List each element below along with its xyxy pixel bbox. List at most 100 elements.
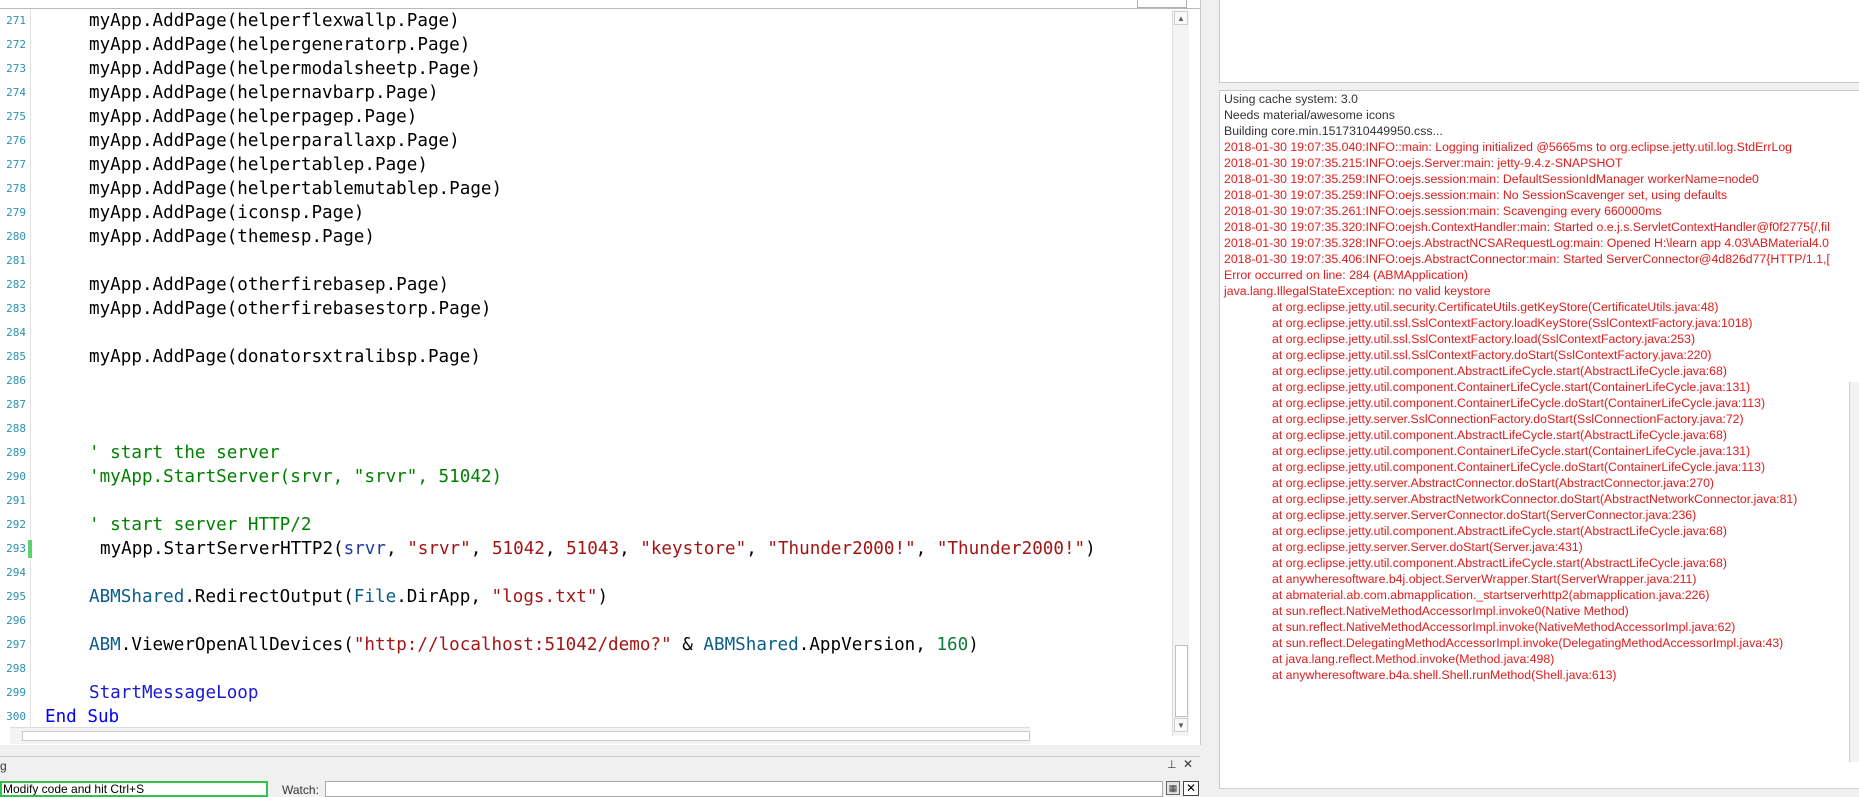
code-text[interactable]: myApp.AddPage(helpertablep.Page) — [89, 153, 428, 177]
close-panel-icon[interactable]: ✕ — [1183, 757, 1193, 771]
splitter[interactable] — [1201, 0, 1219, 796]
code-text[interactable]: myApp.AddPage(helpermodalsheetp.Page) — [89, 57, 481, 81]
logs-panel[interactable]: Using cache system: 3.0 Needs material/aw… — [1219, 90, 1859, 797]
code-text[interactable]: myApp.AddPage(otherfirebasestorp.Page) — [89, 297, 492, 321]
code-line[interactable]: 285 myApp.AddPage(donatorsxtralibsp.Page) — [0, 345, 1172, 369]
watch-add-icon[interactable]: ▦ — [1166, 781, 1180, 795]
line-number: 290 — [6, 470, 26, 483]
code-line[interactable]: 282 myApp.AddPage(otherfirebasep.Page) — [0, 273, 1172, 297]
line-number: 287 — [6, 398, 26, 411]
code-text[interactable]: myApp.AddPage(iconsp.Page) — [89, 201, 364, 225]
code-line[interactable]: 274 myApp.AddPage(helpernavbarp.Page) — [0, 81, 1172, 105]
code-text[interactable]: End Sub — [45, 705, 119, 729]
code-token: ABM — [89, 635, 121, 655]
watch-input[interactable] — [325, 781, 1163, 797]
line-number: 274 — [6, 86, 26, 99]
code-text[interactable]: myApp.AddPage(donatorsxtralibsp.Page) — [89, 345, 481, 369]
code-text[interactable]: myApp.AddPage(helperpagep.Page) — [89, 105, 417, 129]
code-line[interactable]: 287 — [0, 393, 1172, 417]
line-number: 293 — [6, 542, 26, 555]
editor-horizontal-scrollbar[interactable] — [10, 727, 1030, 744]
code-line[interactable]: 296 — [0, 609, 1172, 633]
code-text[interactable]: myApp.AddPage(helperparallaxp.Page) — [89, 129, 460, 153]
code-text[interactable]: ABM.ViewerOpenAllDevices("http://localho… — [89, 633, 979, 657]
code-token: ' start the server — [89, 443, 280, 463]
code-text[interactable]: ABMShared.RedirectOutput(File.DirApp, "l… — [89, 585, 608, 609]
code-editor[interactable]: 271 myApp.AddPage(helperflexwallp.Page) 27… — [0, 0, 1201, 745]
code-line[interactable]: 291 — [0, 489, 1172, 513]
code-line[interactable]: 300 End Sub — [0, 705, 1172, 729]
editor-top-strip — [0, 0, 1200, 9]
code-token: .AppVersion, — [798, 635, 937, 655]
code-line[interactable]: 279 myApp.AddPage(iconsp.Page) — [0, 201, 1172, 225]
code-line[interactable]: 289 ' start the server — [0, 441, 1172, 465]
code-line[interactable]: 295 ABMShared.RedirectOutput(File.DirApp,… — [0, 585, 1172, 609]
editor-top-field[interactable] — [1137, 0, 1187, 8]
code-text[interactable]: StartMessageLoop — [89, 681, 258, 705]
scroll-up-arrow-icon[interactable]: ▲ — [1174, 11, 1188, 25]
code-token: myApp.AddPage(helperflexwallp.Page) — [89, 11, 460, 31]
scrollbar-thumb[interactable] — [1175, 645, 1188, 717]
code-text[interactable]: myApp.AddPage(helpernavbarp.Page) — [89, 81, 439, 105]
logs-vertical-scrollbar[interactable] — [1849, 382, 1859, 762]
code-text[interactable]: myApp.StartServerHTTP2(srvr, "srvr", 510… — [100, 537, 1096, 561]
code-text[interactable]: myApp.AddPage(helpergeneratorp.Page) — [89, 33, 470, 57]
code-token: .DirApp, — [396, 587, 492, 607]
code-token: 160 — [936, 635, 969, 655]
pin-icon[interactable]: ⊥ — [1167, 758, 1177, 771]
stack-trace-line: at anywheresoftware.b4a.shell.Shell.runM… — [1272, 668, 1617, 682]
hint-input[interactable]: Modify code and hit Ctrl+S — [0, 781, 268, 797]
code-line[interactable]: 286 — [0, 369, 1172, 393]
line-number: 289 — [6, 446, 26, 459]
code-token: ' start server HTTP/2 — [89, 515, 312, 535]
line-number: 288 — [6, 422, 26, 435]
code-line[interactable]: 271 myApp.AddPage(helperflexwallp.Page) — [0, 9, 1172, 33]
editor-vertical-scrollbar[interactable]: ▲ ▼ — [1172, 10, 1189, 736]
code-line[interactable]: 277 myApp.AddPage(helpertablep.Page) — [0, 153, 1172, 177]
line-number: 292 — [6, 518, 26, 531]
code-line[interactable]: 275 myApp.AddPage(helperpagep.Page) — [0, 105, 1172, 129]
code-line[interactable]: 297 ABM.ViewerOpenAllDevices("http://loca… — [0, 633, 1172, 657]
code-line[interactable]: 299 StartMessageLoop — [0, 681, 1172, 705]
code-text[interactable]: myApp.AddPage(helperflexwallp.Page) — [89, 9, 460, 33]
code-token: myApp.AddPage(helperpagep.Page) — [89, 107, 418, 127]
code-line[interactable]: 298 — [0, 657, 1172, 681]
code-line[interactable]: 281 — [0, 249, 1172, 273]
code-text[interactable]: 'myApp.StartServer(srvr, "srvr", 51042) — [89, 465, 502, 489]
code-line[interactable]: 290 'myApp.StartServer(srvr, "srvr", 5104… — [0, 465, 1172, 489]
code-line[interactable]: 272 myApp.AddPage(helpergeneratorp.Page) — [0, 33, 1172, 57]
line-number: 278 — [6, 182, 26, 195]
horizontal-scrollbar-thumb[interactable] — [22, 731, 1030, 741]
code-text[interactable]: myApp.AddPage(otherfirebasep.Page) — [89, 273, 449, 297]
line-number: 297 — [6, 638, 26, 651]
line-number: 279 — [6, 206, 26, 219]
code-line[interactable]: 273 myApp.AddPage(helpermodalsheetp.Page) — [0, 57, 1172, 81]
code-line[interactable]: 278 myApp.AddPage(helpertablemutablep.Pag… — [0, 177, 1172, 201]
code-token: .ViewerOpenAllDevices( — [120, 635, 354, 655]
code-token: myApp.StartServerHTTP2( — [100, 539, 344, 559]
code-text[interactable]: myApp.AddPage(helpertablemutablep.Page) — [89, 177, 502, 201]
code-line[interactable]: 292 ' start server HTTP/2 — [0, 513, 1172, 537]
code-line[interactable]: 288 — [0, 417, 1172, 441]
line-number: 273 — [6, 62, 26, 75]
right-top-panel — [1219, 0, 1859, 83]
code-token: 'myApp.StartServer(srvr, "srvr", 51042) — [89, 467, 503, 487]
code-text[interactable]: ' start server HTTP/2 — [89, 513, 311, 537]
code-lines[interactable]: 271 myApp.AddPage(helperflexwallp.Page) 27… — [0, 9, 1172, 729]
code-line[interactable]: 294 — [0, 561, 1172, 585]
line-number: 295 — [6, 590, 26, 603]
code-token: myApp.AddPage(helpernavbarp.Page) — [89, 83, 439, 103]
code-line[interactable]: 276 myApp.AddPage(helperparallaxp.Page) — [0, 129, 1172, 153]
code-token: myApp.AddPage(helpermodalsheetp.Page) — [89, 59, 481, 79]
code-line[interactable]: 284 — [0, 321, 1172, 345]
watch-clear-icon[interactable]: ✕ — [1183, 781, 1199, 796]
code-token: ) — [1085, 539, 1096, 559]
code-text[interactable]: ' start the server — [89, 441, 280, 465]
scroll-down-arrow-icon[interactable]: ▼ — [1174, 718, 1188, 732]
code-token: myApp.AddPage(iconsp.Page) — [89, 203, 365, 223]
code-line[interactable]: 283 myApp.AddPage(otherfirebasestorp.Page… — [0, 297, 1172, 321]
code-line[interactable]: 280 myApp.AddPage(themesp.Page) — [0, 225, 1172, 249]
code-line[interactable]: 293 myApp.StartServerHTTP2(srvr, "srvr", … — [0, 537, 1172, 561]
code-text[interactable]: myApp.AddPage(themesp.Page) — [89, 225, 375, 249]
line-number: 285 — [6, 350, 26, 363]
